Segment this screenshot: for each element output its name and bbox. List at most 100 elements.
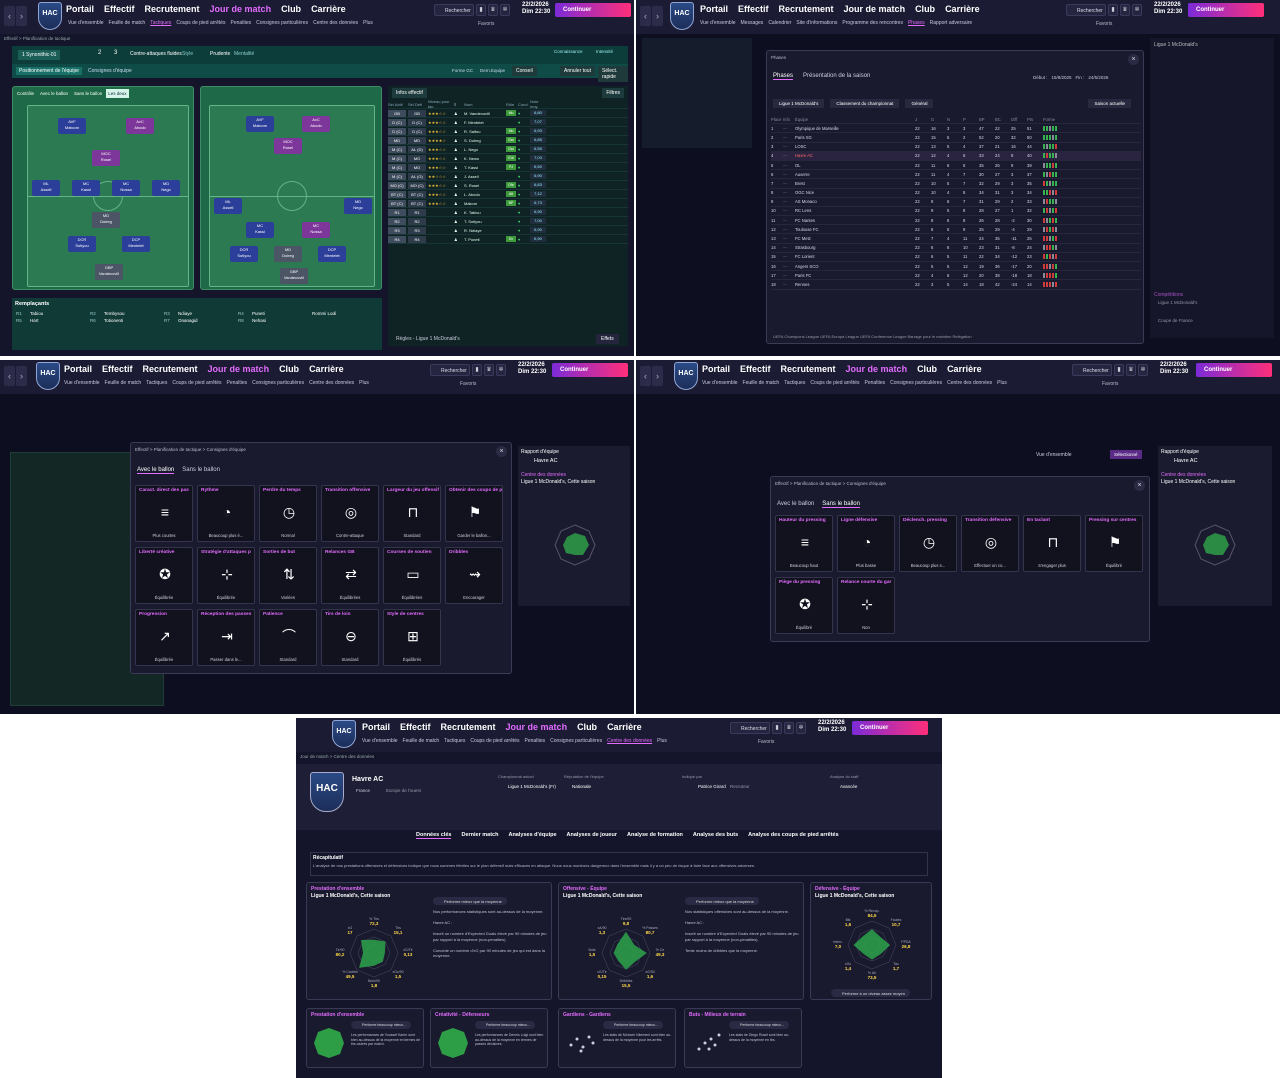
team-name[interactable]: AS Monaco [795, 199, 915, 204]
role-badge[interactable]: MO (C) [408, 181, 426, 189]
bookmark-icon[interactable]: ▮ [476, 4, 486, 16]
tab-buts[interactable]: Analyse des buts [693, 832, 738, 839]
position-badge[interactable]: D (C) [388, 118, 406, 126]
sub-penalties[interactable]: Penalties [865, 380, 886, 386]
menu-club[interactable]: Club [281, 4, 301, 14]
role-badge[interactable]: BT (C) [408, 190, 426, 198]
close-icon[interactable]: × [496, 446, 507, 457]
sub-consignes[interactable]: Consignes particulières [550, 738, 602, 744]
sub-cpa[interactable]: Coups de pied arrêtés [172, 380, 221, 386]
menu-effectif[interactable]: Effectif [738, 4, 769, 14]
phase-les-deux[interactable]: Les deux [106, 89, 129, 98]
league-row[interactable]: 16 — Angers SCO 22 5 5 12 19 36 -17 20 [771, 262, 1141, 272]
tab-analyses-joueur[interactable]: Analyses de joueur [567, 832, 617, 839]
search-button[interactable]: Rechercher [1072, 364, 1112, 376]
back-button[interactable]: ‹ [4, 6, 15, 26]
sub-cpa[interactable]: Coups de pied arrêtés [470, 738, 519, 744]
favoris-link[interactable]: Favoris [1102, 381, 1118, 387]
position-badge[interactable]: BT (C) [388, 199, 406, 207]
player-card[interactable]: DCR Sotiyou [230, 246, 258, 262]
player-card[interactable]: DCP Mentelet [318, 246, 346, 262]
table-row[interactable]: R3 R3 ♟ R. Ndiaye ♥ 6,90 [388, 226, 628, 235]
position-badge[interactable]: M (C) [388, 154, 406, 162]
sub-tactiques[interactable]: Tactiques [444, 738, 465, 744]
team-name[interactable]: FC Lorient [795, 254, 915, 259]
tab-avec[interactable]: Avec le ballon [137, 467, 175, 474]
ranking-select[interactable]: Classement du championnat [830, 99, 900, 108]
tactic-slot-1[interactable]: 1 Synonithic-01 [18, 50, 61, 60]
trophy-icon[interactable]: ♛ [1120, 4, 1130, 16]
sub-messages[interactable]: Messages [741, 20, 764, 26]
player-name[interactable]: L. Abodo [464, 192, 504, 197]
instruction-card[interactable]: Dribbles ⇝ Encourager [445, 547, 503, 604]
trophy-icon[interactable]: ♛ [784, 722, 794, 734]
team-name[interactable]: LOSC [795, 144, 915, 149]
menu-effectif[interactable]: Effectif [102, 364, 133, 374]
style-select[interactable]: Contre-attaques fluides [130, 51, 182, 57]
trophy-icon[interactable]: ♛ [1126, 364, 1136, 376]
player-name[interactable]: Makom [464, 201, 504, 206]
menu-portail[interactable]: Portail [64, 364, 92, 374]
menu-portail[interactable]: Portail [700, 4, 728, 14]
bench-player[interactable]: Totionenti [104, 318, 160, 323]
tab-consignes[interactable]: Consignes d'équipe [88, 68, 132, 74]
sub-feuille[interactable]: Feuille de match [403, 738, 440, 744]
role-badge[interactable]: GB [408, 109, 426, 117]
annuler-button[interactable]: Annuler tout [560, 66, 595, 76]
search-button[interactable]: Rechercher [730, 722, 770, 734]
player-name[interactable]: S. Rosel [464, 183, 504, 188]
instruction-card[interactable]: Hauteur du pressing ≡ Beaucoup haut [775, 515, 833, 572]
player-card[interactable]: GBP Vandecovill [95, 264, 123, 280]
tab-cpa[interactable]: Analyse des coups de pied arrêtés [748, 832, 838, 839]
instruction-card[interactable]: Obtenir des coups de p ⚑ Garder le ballon.… [445, 485, 503, 542]
player-card[interactable]: MC Nossa [302, 222, 330, 238]
league-row[interactable]: 13 — FC Metz 22 7 4 11 24 35 -11 25 [771, 234, 1141, 244]
menu-carriere[interactable]: Carrière [945, 4, 980, 14]
player-name[interactable]: J. Assell [464, 174, 504, 179]
menu-jour-de-match[interactable]: Jour de match [844, 4, 906, 14]
instruction-card[interactable]: Réception des passes ⇥ Passer dans le... [197, 609, 255, 666]
position-badge[interactable]: R2 [388, 217, 406, 225]
search-button[interactable]: Rechercher [430, 364, 470, 376]
infos-select[interactable]: Infos effectif [392, 88, 427, 98]
position-badge[interactable]: R1 [388, 208, 406, 216]
tactic-slot-3[interactable]: 3 [114, 50, 117, 56]
instruction-card[interactable]: Transition défensive ◎ Effectuer un co... [961, 515, 1019, 572]
team-name[interactable]: Auxerre [795, 172, 915, 177]
role-badge[interactable]: MO [408, 163, 426, 171]
position-badge[interactable]: MD [388, 136, 406, 144]
league-row[interactable]: 12 — Toulouse FC 22 8 5 9 25 29 -4 29 [771, 225, 1141, 235]
bench-player[interactable]: Onanagid [178, 318, 234, 323]
close-icon[interactable]: × [1134, 480, 1145, 491]
league-row[interactable]: 9 — AS Monaco 22 9 6 7 31 29 2 33 [771, 198, 1141, 207]
sub-site[interactable]: Site d'informations [796, 20, 837, 26]
sub-consignes[interactable]: Consignes particulières [252, 380, 304, 386]
instruction-card[interactable]: Liberté créative ✪ Équilibrée [135, 547, 193, 604]
menu-effectif[interactable]: Effectif [400, 722, 431, 732]
season-select[interactable]: Saison actuelle [1088, 99, 1131, 108]
position-badge[interactable]: D (C) [388, 127, 406, 135]
tab-donnees-cles[interactable]: Données clés [416, 832, 452, 839]
table-row[interactable]: R1 R1 ♟ K. Tabiou ♥ 6,90 [388, 208, 628, 217]
phase-controle[interactable]: Contrôle [15, 89, 36, 98]
team-name[interactable]: Havre AC [795, 153, 915, 158]
player-name[interactable]: K. Newo [464, 156, 504, 161]
table-row[interactable]: R4 R4 ♟ T. Puneti Ex ♥ 6,90 [388, 235, 628, 244]
tab-avec[interactable]: Avec le ballon [777, 501, 814, 508]
role-badge[interactable]: D (C) [408, 127, 426, 135]
tab-phases[interactable]: Phases [773, 73, 794, 80]
menu-jour-de-match[interactable]: Jour de match [208, 364, 270, 374]
team-name[interactable]: Paris SG [795, 135, 915, 140]
menu-recrutement[interactable]: Recrutement [143, 364, 198, 374]
bench-player[interactable]: Tabiou [30, 311, 86, 316]
sub-plus[interactable]: Plus [657, 738, 667, 744]
player-name[interactable]: T. Kassi [464, 165, 504, 170]
position-badge[interactable]: BT (C) [388, 190, 406, 198]
tab-sans[interactable]: Sans le ballon [822, 501, 860, 508]
instruction-card[interactable]: Largeur du jeu offensif ⊓ Standard [383, 485, 441, 542]
sub-calendrier[interactable]: Calendrier [768, 20, 791, 26]
instruction-card[interactable]: Piège du pressing ✪ Équilibré [775, 577, 833, 634]
filters-button[interactable]: Filtres [602, 88, 624, 98]
league-row[interactable]: 2— Paris SG 22 15 5 2 52 20 32 50 [771, 133, 1141, 143]
instruction-card[interactable]: Courses de soutien ▭ Équilibrées [383, 547, 441, 604]
